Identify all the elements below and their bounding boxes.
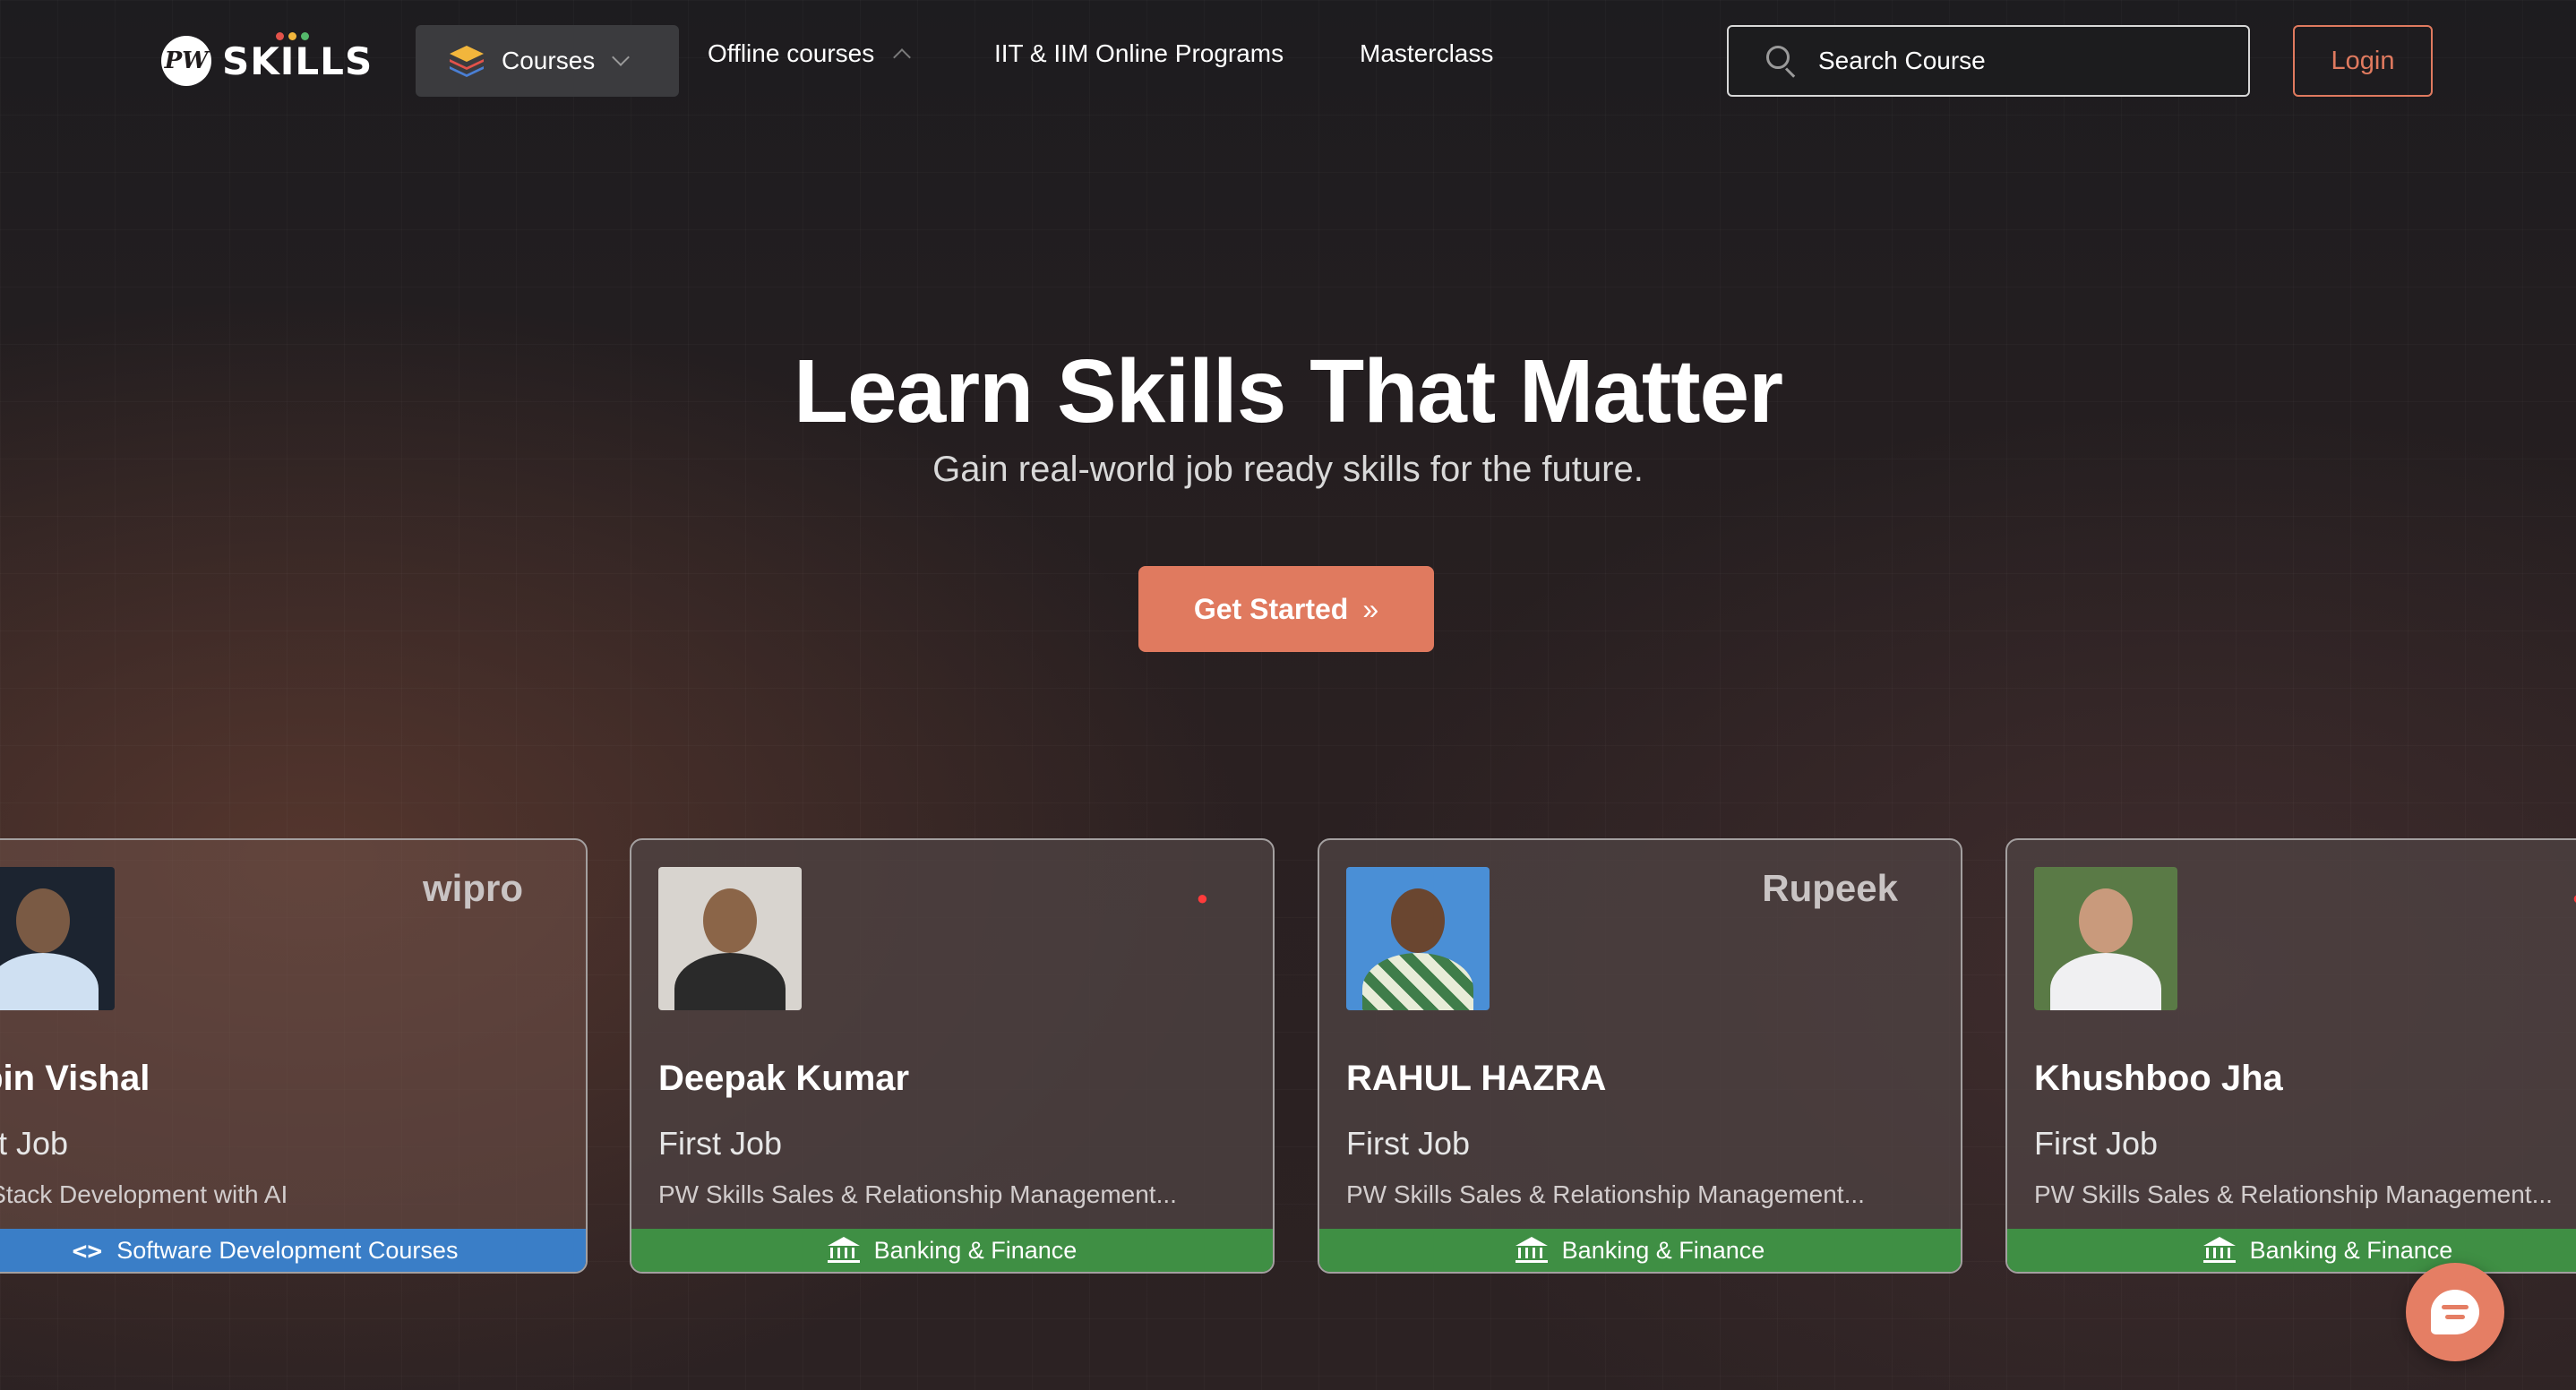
avatar bbox=[2034, 867, 2177, 1010]
logo-dots bbox=[276, 31, 309, 40]
bank-icon bbox=[827, 1237, 860, 1264]
category-tag[interactable]: Banking & Finance bbox=[2007, 1229, 2576, 1272]
courses-dropdown-button[interactable]: Courses bbox=[416, 25, 679, 97]
chevron-up-icon bbox=[893, 48, 912, 66]
student-role: First Job bbox=[2034, 1125, 2159, 1162]
company-logo: ● bbox=[1196, 887, 1208, 909]
company-logo-wipro: wipro bbox=[423, 867, 523, 909]
pw-logo-mark: PW bbox=[161, 36, 211, 86]
logo-text: SKILLS bbox=[222, 39, 374, 83]
testimonial-card[interactable]: ● Deepak Kumar First Job PW Skills Sales… bbox=[630, 838, 1275, 1274]
bank-icon bbox=[2202, 1237, 2236, 1264]
iit-iim-programs-link[interactable]: IIT & IIM Online Programs bbox=[994, 39, 1284, 68]
student-name: Deepak Kumar bbox=[658, 1059, 910, 1098]
layers-icon bbox=[446, 40, 487, 82]
category-tag[interactable]: <> Software Development Courses bbox=[0, 1229, 586, 1272]
bank-icon bbox=[1515, 1237, 1548, 1264]
offline-courses-link[interactable]: Offline courses bbox=[708, 39, 912, 68]
student-course: PW Skills Sales & Relationship Managemen… bbox=[2034, 1180, 2553, 1208]
hero-title: Learn Skills That Matter bbox=[793, 341, 1783, 442]
testimonial-card[interactable]: wipro ipin Vishal rst Job ll Stack Devel… bbox=[0, 838, 588, 1274]
get-started-button[interactable]: Get Started » bbox=[1138, 566, 1434, 652]
category-tag[interactable]: Banking & Finance bbox=[631, 1229, 1273, 1272]
double-chevron-right-icon: » bbox=[1362, 592, 1379, 625]
search-icon bbox=[1766, 46, 1797, 78]
company-logo: ● bbox=[2572, 887, 2576, 910]
avatar bbox=[0, 867, 115, 1010]
search-bar[interactable] bbox=[1727, 25, 2250, 97]
student-course: PW Skills Sales & Relationship Managemen… bbox=[658, 1180, 1177, 1208]
avatar bbox=[658, 867, 802, 1010]
search-input[interactable] bbox=[1818, 47, 2212, 75]
testimonial-card[interactable]: Rupeek RAHUL HAZRA First Job PW Skills S… bbox=[1318, 838, 1962, 1274]
student-role: rst Job bbox=[0, 1125, 69, 1162]
category-label: Banking & Finance bbox=[2249, 1236, 2453, 1264]
student-role: First Job bbox=[658, 1125, 783, 1162]
category-label: Banking & Finance bbox=[873, 1236, 1078, 1264]
category-tag[interactable]: Banking & Finance bbox=[1319, 1229, 1961, 1272]
top-navbar: PW SKILLS Courses Offline courses IIT & … bbox=[0, 0, 2576, 125]
masterclass-link[interactable]: Masterclass bbox=[1360, 39, 1493, 68]
code-icon: <> bbox=[72, 1235, 103, 1266]
chat-icon bbox=[2431, 1290, 2479, 1334]
student-name: ipin Vishal bbox=[0, 1059, 150, 1098]
category-label: Banking & Finance bbox=[1561, 1236, 1765, 1264]
student-course: ll Stack Development with AI bbox=[0, 1180, 288, 1208]
courses-label: Courses bbox=[502, 47, 596, 74]
student-role: First Job bbox=[1346, 1125, 1471, 1162]
testimonial-card[interactable]: ● Khushboo Jha First Job PW Skills Sales… bbox=[2005, 838, 2576, 1274]
login-button[interactable]: Login bbox=[2293, 25, 2433, 97]
chat-widget-button[interactable] bbox=[2406, 1263, 2504, 1361]
category-label: Software Development Courses bbox=[116, 1236, 459, 1264]
get-started-label: Get Started bbox=[1193, 592, 1349, 625]
pw-skills-logo[interactable]: PW SKILLS bbox=[161, 31, 374, 90]
student-name: RAHUL HAZRA bbox=[1346, 1059, 1607, 1098]
hero-subtitle: Gain real-world job ready skills for the… bbox=[932, 450, 1644, 489]
offline-courses-label: Offline courses bbox=[708, 39, 875, 67]
student-course: PW Skills Sales & Relationship Managemen… bbox=[1346, 1180, 1865, 1208]
avatar bbox=[1346, 867, 1490, 1010]
logo-wordmark: SKILLS bbox=[222, 31, 374, 83]
student-name: Khushboo Jha bbox=[2034, 1059, 2283, 1098]
chevron-down-icon bbox=[612, 48, 631, 66]
company-logo-rupeek: Rupeek bbox=[1762, 867, 1898, 909]
